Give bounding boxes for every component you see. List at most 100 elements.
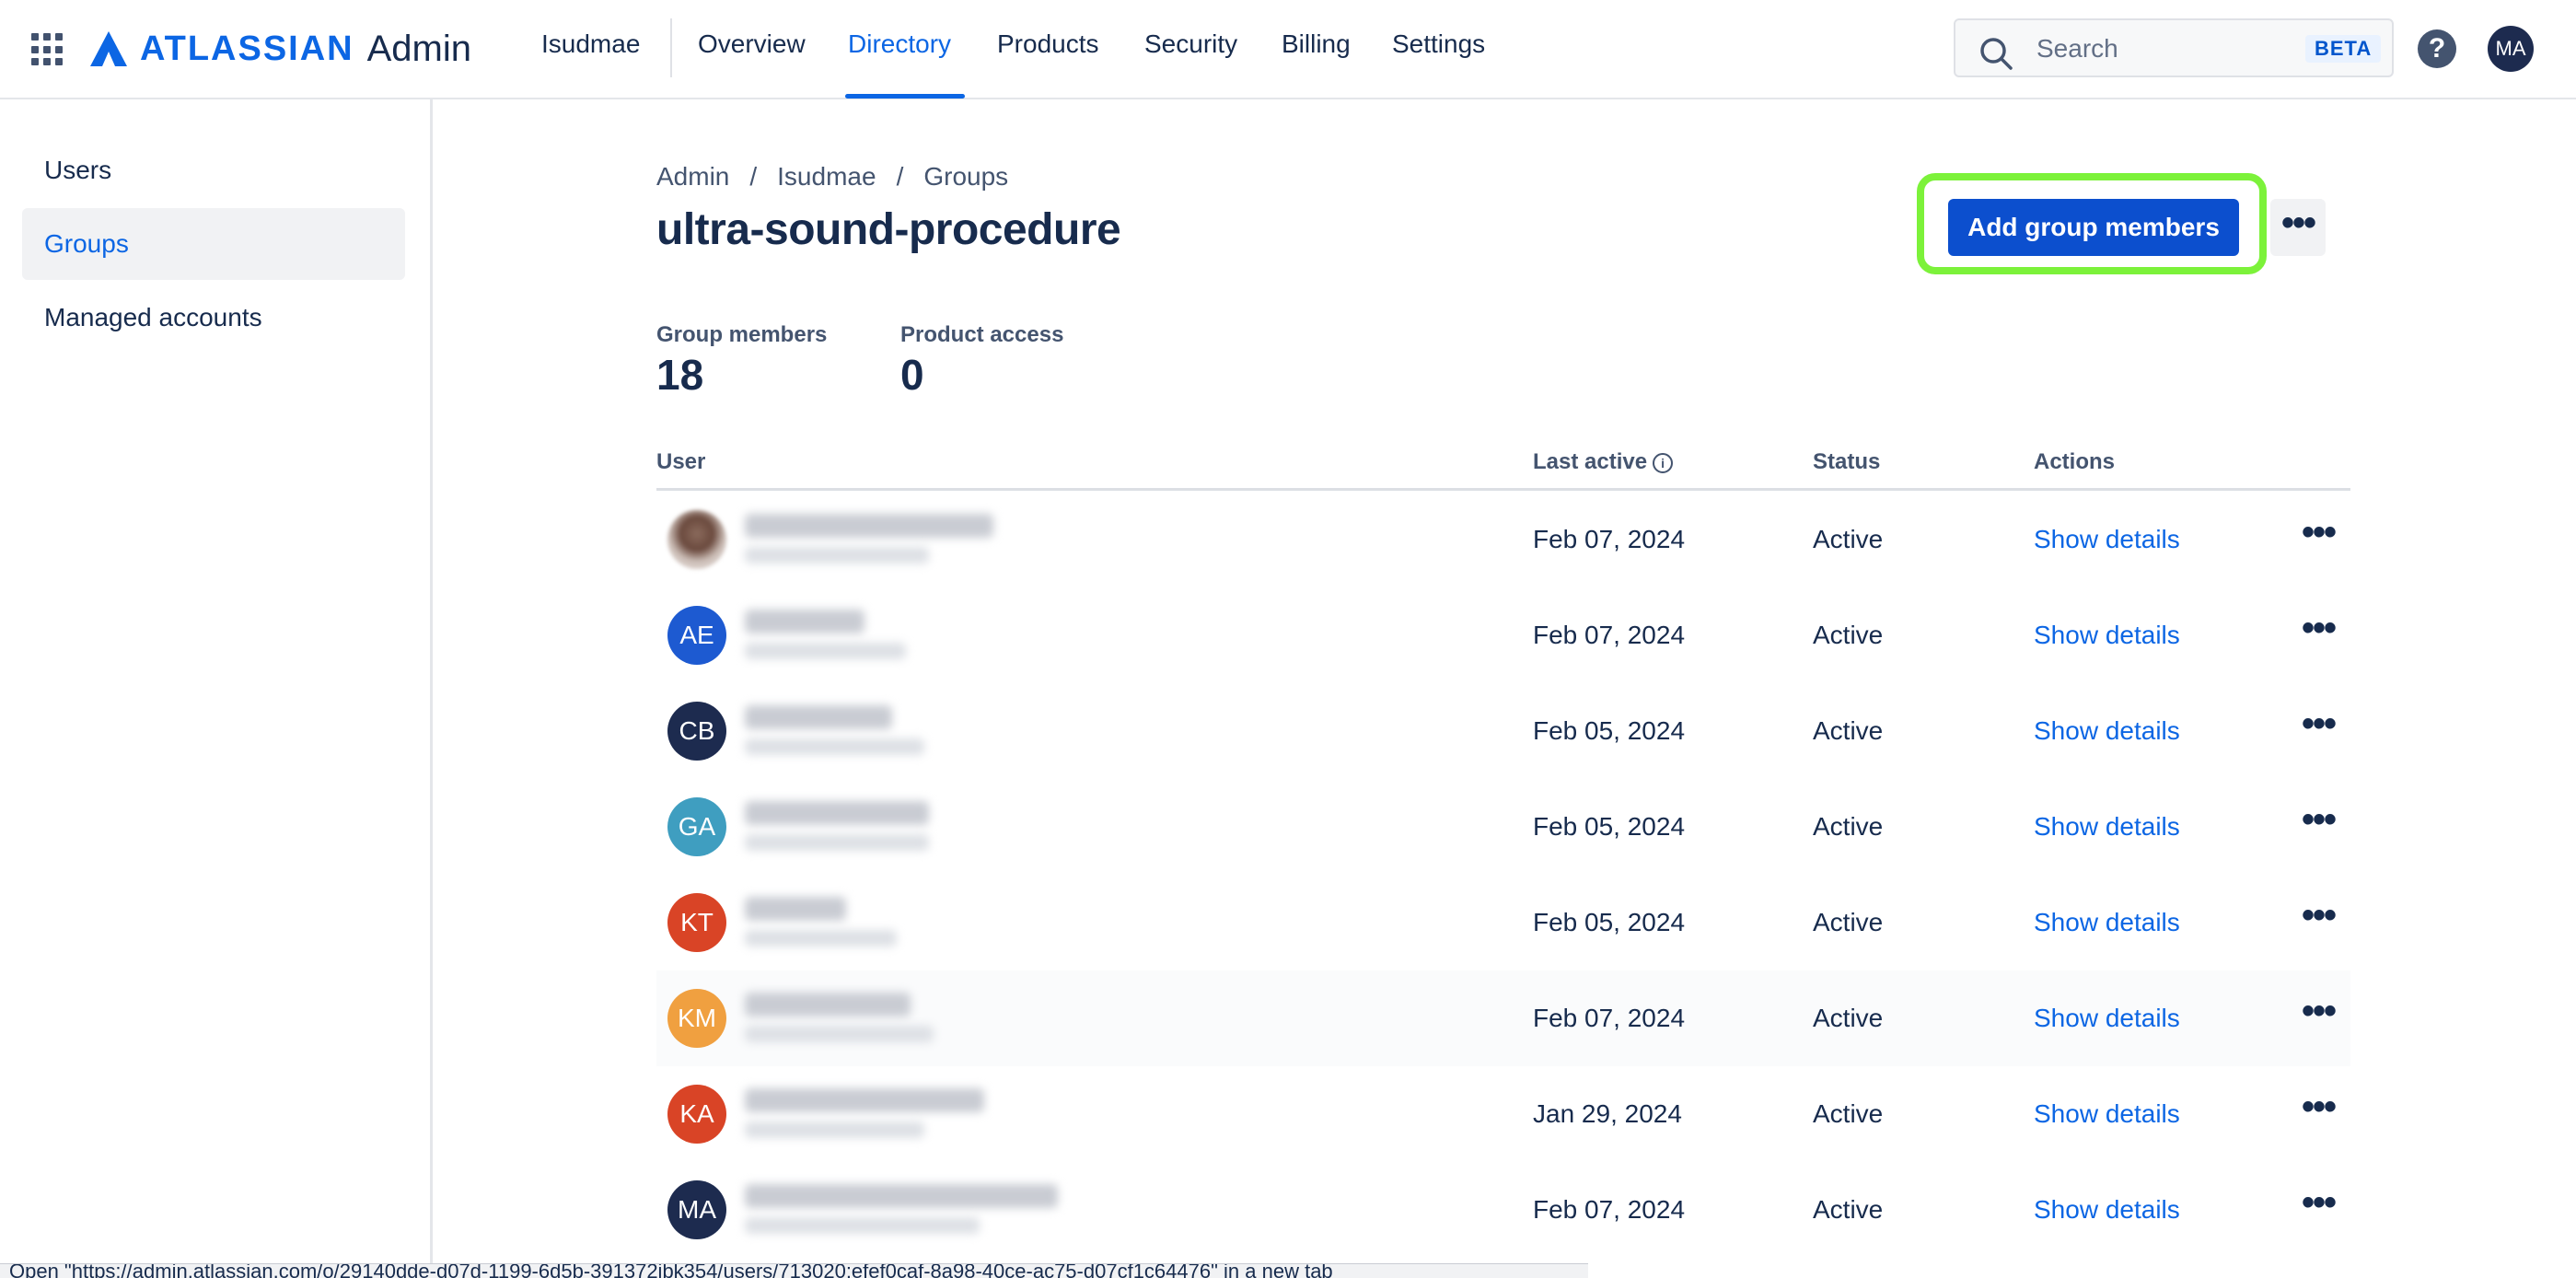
breadcrumb-groups[interactable]: Groups (923, 162, 1008, 192)
nav-products[interactable]: Products (997, 29, 1099, 59)
show-details-link[interactable]: Show details (2034, 716, 2180, 746)
user-name-redacted[interactable] (745, 993, 911, 1017)
last-active-date: Feb 05, 2024 (1533, 812, 1686, 841)
status-text: Active (1813, 812, 1884, 841)
atlassian-admin-logo[interactable]: ATLASSIAN Admin (90, 26, 471, 72)
table-row[interactable]: CB Feb 05, 2024 Active Show details ••• (656, 683, 2350, 779)
user-name-redacted[interactable] (745, 801, 929, 825)
nav-overview[interactable]: Overview (698, 29, 806, 59)
show-details-link[interactable]: Show details (2034, 908, 2180, 937)
row-more-icon[interactable]: ••• (2295, 801, 2341, 849)
nav-directory[interactable]: Directory (848, 29, 951, 59)
last-active-date: Feb 07, 2024 (1533, 525, 1686, 553)
show-details-link[interactable]: Show details (2034, 812, 2180, 842)
add-group-members-button[interactable]: Add group members (1948, 199, 2239, 256)
user-name-redacted[interactable] (745, 1184, 1058, 1208)
profile-avatar[interactable]: MA (2488, 26, 2534, 72)
atlassian-logo-icon (90, 31, 127, 66)
table-row[interactable]: Feb 07, 2024 Active Show details ••• (656, 492, 2350, 587)
row-more-icon[interactable]: ••• (2295, 514, 2341, 562)
search-input[interactable] (2035, 28, 2278, 70)
avatar[interactable]: CB (667, 702, 726, 761)
stat-label-group-members: Group members (656, 322, 828, 347)
table-header-divider (656, 488, 2350, 491)
breadcrumb-admin[interactable]: Admin (656, 162, 729, 192)
row-more-icon[interactable]: ••• (2295, 993, 2341, 1040)
last-active-date: Jan 29, 2024 (1533, 1099, 1682, 1128)
avatar[interactable]: GA (667, 797, 726, 856)
avatar[interactable]: KM (667, 989, 726, 1048)
row-more-icon[interactable]: ••• (2295, 705, 2341, 753)
user-email-redacted (745, 1026, 934, 1042)
show-details-link[interactable]: Show details (2034, 621, 2180, 650)
status-text: Active (1813, 621, 1884, 649)
search-icon (1980, 38, 2013, 70)
table-row[interactable]: KM Feb 07, 2024 Active Show details ••• (656, 970, 2350, 1066)
user-name-redacted[interactable] (745, 610, 864, 633)
show-details-link[interactable]: Show details (2034, 1004, 2180, 1033)
table-row[interactable]: KA Jan 29, 2024 Active Show details ••• (656, 1066, 2350, 1162)
page-title: ultra-sound-procedure (656, 205, 1121, 254)
nav-security[interactable]: Security (1144, 29, 1237, 59)
avatar[interactable]: KT (667, 893, 726, 952)
stat-label-product-access: Product access (900, 322, 1064, 347)
user-email-redacted (745, 643, 906, 659)
row-more-icon[interactable]: ••• (2295, 610, 2341, 657)
user-email-redacted (745, 834, 929, 851)
sidebar-item-managed-accounts[interactable]: Managed accounts (22, 282, 405, 354)
user-email-redacted (745, 1121, 924, 1138)
sidebar: Users Groups Managed accounts (0, 99, 433, 1277)
sidebar-item-groups[interactable]: Groups (22, 208, 405, 280)
avatar[interactable]: AE (667, 606, 726, 665)
breadcrumb: Admin / Isudmae / Groups (656, 162, 1009, 192)
nav-divider (670, 18, 672, 77)
show-details-link[interactable]: Show details (2034, 525, 2180, 554)
nav-settings[interactable]: Settings (1392, 29, 1485, 59)
avatar[interactable]: KA (667, 1085, 726, 1144)
show-details-link[interactable]: Show details (2034, 1195, 2180, 1225)
table-row[interactable]: AE Feb 07, 2024 Active Show details ••• (656, 587, 2350, 683)
beta-badge: BETA (2305, 35, 2382, 63)
sidebar-item-users[interactable]: Users (22, 134, 405, 206)
last-active-date: Feb 07, 2024 (1533, 1004, 1686, 1032)
search-box[interactable]: BETA (1954, 18, 2394, 77)
row-more-icon[interactable]: ••• (2295, 1088, 2341, 1136)
table-row[interactable]: GA Feb 05, 2024 Active Show details ••• (656, 779, 2350, 875)
browser-status-bar: Open "https://admin.atlassian.com/o/2914… (0, 1263, 1588, 1278)
last-active-date: Feb 07, 2024 (1533, 1195, 1686, 1224)
user-email-redacted (745, 930, 897, 947)
show-details-link[interactable]: Show details (2034, 1099, 2180, 1129)
status-text: Active (1813, 1004, 1884, 1032)
user-name-redacted[interactable] (745, 514, 993, 538)
stat-value-group-members: 18 (656, 351, 704, 399)
breadcrumb-org[interactable]: Isudmae (777, 162, 876, 192)
stat-value-product-access: 0 (900, 351, 924, 399)
table-row[interactable]: MA Feb 07, 2024 Active Show details ••• (656, 1162, 2350, 1258)
org-switcher[interactable]: Isudmae (541, 29, 640, 59)
user-name-redacted[interactable] (745, 705, 892, 729)
avatar[interactable]: MA (667, 1180, 726, 1239)
user-name-redacted[interactable] (745, 1088, 984, 1112)
logo-wordmark: ATLASSIAN (140, 29, 354, 68)
table-row[interactable]: KT Feb 05, 2024 Active Show details ••• (656, 875, 2350, 970)
help-icon[interactable]: ? (2418, 29, 2456, 68)
last-active-date: Feb 05, 2024 (1533, 716, 1686, 745)
column-header-actions: Actions (2034, 449, 2116, 474)
last-active-date: Feb 05, 2024 (1533, 908, 1686, 936)
info-icon[interactable]: i (1653, 453, 1674, 473)
status-text: Active (1813, 1195, 1884, 1224)
column-header-user[interactable]: User (656, 449, 705, 475)
column-header-last-active[interactable]: Last active i (1533, 449, 1674, 475)
status-text: Active (1813, 908, 1884, 936)
row-more-icon[interactable]: ••• (2295, 1184, 2341, 1232)
user-name-redacted[interactable] (745, 897, 846, 921)
row-more-icon[interactable]: ••• (2295, 897, 2341, 945)
app-switcher-icon[interactable] (31, 33, 64, 66)
nav-billing[interactable]: Billing (1282, 29, 1351, 59)
status-text: Active (1813, 716, 1884, 745)
nav-active-indicator (845, 94, 965, 99)
user-email-redacted (745, 1217, 980, 1234)
user-email-redacted (745, 547, 929, 563)
more-icon[interactable]: ••• (2270, 199, 2326, 256)
avatar[interactable] (667, 510, 726, 569)
